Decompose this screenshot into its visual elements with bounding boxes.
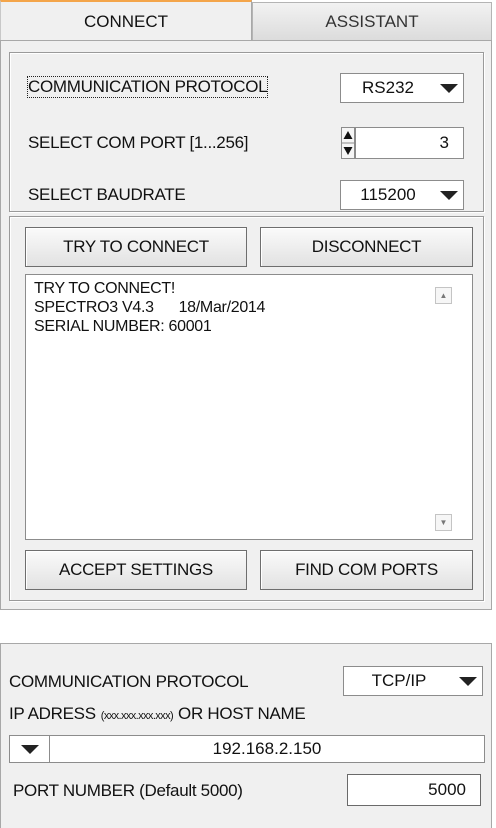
port-number-label: PORT NUMBER (Default 5000) <box>13 781 243 800</box>
ip-address-combo[interactable]: 192.168.2.150 <box>9 735 485 763</box>
find-com-ports-button[interactable]: FIND COM PORTS <box>260 550 473 590</box>
scroll-up-icon[interactable]: ▲ <box>435 287 452 304</box>
port-number-value: 5000 <box>428 780 466 799</box>
baudrate-select[interactable]: 115200 <box>340 180 464 210</box>
connection-log[interactable]: TRY TO CONNECT! SPECTRO3 V4.3 18/Mar/201… <box>25 274 473 540</box>
com-port-value: 3 <box>439 133 449 152</box>
protocol-select-value: RS232 <box>362 78 414 97</box>
accept-settings-label: ACCEPT SETTINGS <box>59 560 213 579</box>
com-port-input[interactable]: 3 <box>355 127 464 159</box>
baudrate-label: SELECT BAUDRATE <box>28 185 186 204</box>
tcp-protocol-label: COMMUNICATION PROTOCOL <box>9 672 249 691</box>
ip-label-suffix: OR HOST NAME <box>178 704 306 723</box>
ip-label-prefix: IP ADRESS <box>9 704 96 723</box>
com-port-spinner[interactable] <box>341 127 355 159</box>
tab-assistant-label: ASSISTANT <box>325 11 419 31</box>
ip-address-label: IP ADRESS (xxx.xxx.xxx.xxx) OR HOST NAME <box>9 704 306 724</box>
scroll-down-icon[interactable]: ▼ <box>435 514 452 531</box>
protocol-settings-group: COMMUNICATION PROTOCOL RS232 SELECT COM … <box>9 52 484 212</box>
log-line: SERIAL NUMBER: 60001 <box>34 318 212 335</box>
spinner-arrows-icon <box>341 127 355 159</box>
try-connect-label: TRY TO CONNECT <box>63 237 209 256</box>
protocol-select[interactable]: RS232 <box>340 73 464 103</box>
chevron-down-icon <box>454 667 482 695</box>
com-port-label: SELECT COM PORT [1...256] <box>28 133 249 152</box>
chevron-down-icon <box>435 181 463 209</box>
port-number-input[interactable]: 5000 <box>347 774 481 806</box>
disconnect-button[interactable]: DISCONNECT <box>260 227 473 267</box>
ip-address-value: 192.168.2.150 <box>212 739 322 758</box>
disconnect-label: DISCONNECT <box>311 237 422 256</box>
baudrate-select-value: 115200 <box>360 185 416 204</box>
find-com-ports-label: FIND COM PORTS <box>295 560 438 579</box>
protocol-label: COMMUNICATION PROTOCOL <box>26 76 269 98</box>
try-connect-button[interactable]: TRY TO CONNECT <box>25 227 247 267</box>
connection-group: TRY TO CONNECT DISCONNECT TRY TO CONNECT… <box>9 216 484 601</box>
log-line: TRY TO CONNECT! <box>34 280 176 297</box>
tab-connect-label: CONNECT <box>83 11 169 31</box>
tcp-protocol-value: TCP/IP <box>371 671 427 690</box>
log-line: SPECTRO3 V4.3 18/Mar/2014 <box>34 299 266 316</box>
chevron-down-icon <box>435 74 463 102</box>
chevron-down-icon[interactable] <box>10 736 50 762</box>
ip-label-format: (xxx.xxx.xxx.xxx) <box>100 710 174 722</box>
accept-settings-button[interactable]: ACCEPT SETTINGS <box>25 550 247 590</box>
connect-panel: COMMUNICATION PROTOCOL RS232 SELECT COM … <box>0 40 492 610</box>
tab-connect[interactable]: CONNECT <box>0 0 252 41</box>
tcpip-panel: COMMUNICATION PROTOCOL TCP/IP IP ADRESS … <box>0 643 492 828</box>
tcp-protocol-select[interactable]: TCP/IP <box>343 666 483 696</box>
tab-assistant[interactable]: ASSISTANT <box>252 2 492 40</box>
